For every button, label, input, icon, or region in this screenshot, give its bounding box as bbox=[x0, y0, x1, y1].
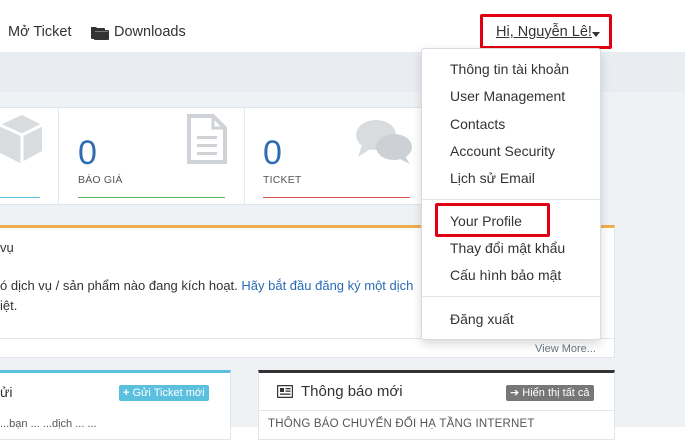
stat-divider bbox=[244, 108, 245, 204]
stat-underline-quotes bbox=[78, 197, 225, 198]
stat-underline-tickets bbox=[263, 197, 410, 198]
stat-label-tickets: TICKET bbox=[263, 174, 302, 186]
tickets-panel-text: ...bạn ... ...dịch ... ... bbox=[0, 418, 97, 430]
announcements-panel-title: Thông báo mới bbox=[301, 383, 403, 400]
your-profile-highlight bbox=[435, 203, 550, 237]
menu-item-email-history[interactable]: Lịch sử Email bbox=[450, 170, 535, 186]
menu-divider bbox=[422, 296, 600, 297]
order-new-service-link[interactable]: Hãy bắt đầu đăng ký một dịch bbox=[241, 278, 413, 293]
arrow-right-icon: ➔ bbox=[510, 387, 520, 399]
nav-open-ticket[interactable]: Mở Ticket bbox=[8, 24, 72, 40]
menu-divider bbox=[422, 199, 600, 200]
stat-label-quotes: BÁO GIÁ bbox=[78, 174, 123, 186]
document-icon bbox=[187, 114, 227, 169]
stat-divider bbox=[58, 108, 59, 204]
stat-value-quotes: 0 bbox=[78, 134, 97, 172]
nav-downloads[interactable]: Downloads bbox=[114, 24, 186, 40]
view-all-label: Hiển thị tất cả bbox=[522, 387, 590, 399]
caret-down-icon[interactable] bbox=[592, 32, 600, 37]
stat-underline-services bbox=[0, 197, 40, 198]
menu-item-user-management[interactable]: User Management bbox=[450, 88, 565, 104]
services-message-text: ó dịch vụ / sản phẩm nào đang kích hoạt. bbox=[0, 278, 242, 293]
view-more-link[interactable]: View More... bbox=[535, 343, 596, 355]
chat-bubbles-icon bbox=[354, 117, 414, 170]
new-ticket-label: Gửi Ticket mới bbox=[132, 387, 205, 399]
view-all-announcements-button[interactable]: ➔ Hiển thị tất cả bbox=[506, 385, 594, 401]
tickets-panel-title: ửi bbox=[0, 384, 13, 400]
menu-item-change-password[interactable]: Thay đổi mật khẩu bbox=[450, 240, 565, 256]
menu-item-account-info[interactable]: Thông tin tài khoản bbox=[450, 61, 569, 77]
announcements-divider bbox=[259, 410, 614, 411]
news-icon bbox=[276, 384, 294, 403]
new-ticket-button[interactable]: + Gửi Ticket mới bbox=[119, 385, 209, 401]
menu-item-logout[interactable]: Đăng xuất bbox=[450, 311, 514, 327]
menu-item-account-security[interactable]: Account Security bbox=[450, 143, 555, 159]
menu-item-security-settings[interactable]: Cấu hình bảo mật bbox=[450, 267, 561, 283]
plus-icon: + bbox=[123, 387, 130, 399]
cube-icon bbox=[0, 113, 44, 170]
account-menu-toggle[interactable]: Hi, Nguyễn Lê! bbox=[496, 24, 592, 40]
stat-value-tickets: 0 bbox=[263, 134, 282, 172]
announcement-item[interactable]: THÔNG BÁO CHUYỂN ĐỔI HẠ TẦNG INTERNET bbox=[268, 418, 535, 430]
services-empty-message: ó dịch vụ / sản phẩm nào đang kích hoạt.… bbox=[0, 278, 413, 293]
folder-icon bbox=[91, 26, 110, 46]
services-message-line2: iệt. bbox=[0, 298, 18, 313]
menu-item-contacts[interactable]: Contacts bbox=[450, 116, 505, 132]
services-panel-title: vụ bbox=[0, 240, 14, 255]
